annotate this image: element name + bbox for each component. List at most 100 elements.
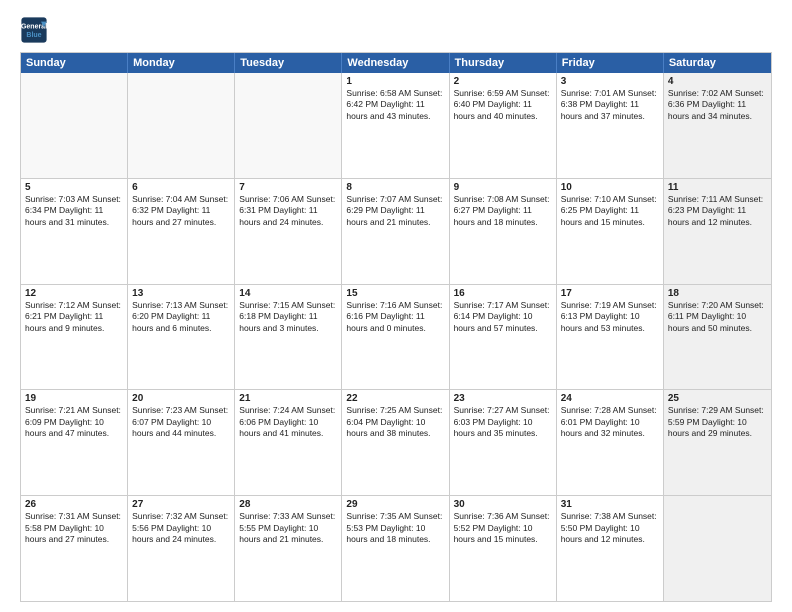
day-number: 8 [346, 182, 444, 193]
day-cell: 14Sunrise: 7:15 AM Sunset: 6:18 PM Dayli… [235, 285, 342, 390]
day-cell: 28Sunrise: 7:33 AM Sunset: 5:55 PM Dayli… [235, 496, 342, 601]
day-number: 11 [668, 182, 767, 193]
day-number: 26 [25, 499, 123, 510]
day-info: Sunrise: 7:04 AM Sunset: 6:32 PM Dayligh… [132, 194, 230, 228]
weeks: 1Sunrise: 6:58 AM Sunset: 6:42 PM Daylig… [21, 73, 771, 601]
day-header-tuesday: Tuesday [235, 53, 342, 73]
logo-icon: General Blue [20, 16, 48, 44]
day-info: Sunrise: 7:32 AM Sunset: 5:56 PM Dayligh… [132, 511, 230, 545]
day-number: 1 [346, 76, 444, 87]
day-number: 2 [454, 76, 552, 87]
day-cell: 1Sunrise: 6:58 AM Sunset: 6:42 PM Daylig… [342, 73, 449, 178]
day-info: Sunrise: 6:58 AM Sunset: 6:42 PM Dayligh… [346, 88, 444, 122]
week-row-2: 12Sunrise: 7:12 AM Sunset: 6:21 PM Dayli… [21, 284, 771, 390]
day-info: Sunrise: 7:15 AM Sunset: 6:18 PM Dayligh… [239, 300, 337, 334]
day-info: Sunrise: 7:17 AM Sunset: 6:14 PM Dayligh… [454, 300, 552, 334]
day-info: Sunrise: 7:20 AM Sunset: 6:11 PM Dayligh… [668, 300, 767, 334]
day-cell: 23Sunrise: 7:27 AM Sunset: 6:03 PM Dayli… [450, 390, 557, 495]
day-number: 14 [239, 288, 337, 299]
day-number: 18 [668, 288, 767, 299]
week-row-3: 19Sunrise: 7:21 AM Sunset: 6:09 PM Dayli… [21, 389, 771, 495]
day-cell: 16Sunrise: 7:17 AM Sunset: 6:14 PM Dayli… [450, 285, 557, 390]
day-cell: 4Sunrise: 7:02 AM Sunset: 6:36 PM Daylig… [664, 73, 771, 178]
day-header-friday: Friday [557, 53, 664, 73]
day-header-thursday: Thursday [450, 53, 557, 73]
day-header-monday: Monday [128, 53, 235, 73]
day-number: 22 [346, 393, 444, 404]
day-info: Sunrise: 7:01 AM Sunset: 6:38 PM Dayligh… [561, 88, 659, 122]
day-cell: 8Sunrise: 7:07 AM Sunset: 6:29 PM Daylig… [342, 179, 449, 284]
header: General Blue [20, 16, 772, 44]
day-number: 28 [239, 499, 337, 510]
day-info: Sunrise: 7:28 AM Sunset: 6:01 PM Dayligh… [561, 405, 659, 439]
day-info: Sunrise: 7:03 AM Sunset: 6:34 PM Dayligh… [25, 194, 123, 228]
day-number: 24 [561, 393, 659, 404]
day-cell: 5Sunrise: 7:03 AM Sunset: 6:34 PM Daylig… [21, 179, 128, 284]
day-info: Sunrise: 7:02 AM Sunset: 6:36 PM Dayligh… [668, 88, 767, 122]
day-number: 23 [454, 393, 552, 404]
day-number: 29 [346, 499, 444, 510]
day-number: 12 [25, 288, 123, 299]
day-number: 30 [454, 499, 552, 510]
day-number: 9 [454, 182, 552, 193]
day-info: Sunrise: 6:59 AM Sunset: 6:40 PM Dayligh… [454, 88, 552, 122]
day-cell: 24Sunrise: 7:28 AM Sunset: 6:01 PM Dayli… [557, 390, 664, 495]
week-row-1: 5Sunrise: 7:03 AM Sunset: 6:34 PM Daylig… [21, 178, 771, 284]
day-info: Sunrise: 7:21 AM Sunset: 6:09 PM Dayligh… [25, 405, 123, 439]
day-cell: 3Sunrise: 7:01 AM Sunset: 6:38 PM Daylig… [557, 73, 664, 178]
day-cell: 20Sunrise: 7:23 AM Sunset: 6:07 PM Dayli… [128, 390, 235, 495]
day-cell: 9Sunrise: 7:08 AM Sunset: 6:27 PM Daylig… [450, 179, 557, 284]
day-number: 21 [239, 393, 337, 404]
day-header-sunday: Sunday [21, 53, 128, 73]
day-number: 17 [561, 288, 659, 299]
day-header-wednesday: Wednesday [342, 53, 449, 73]
week-row-0: 1Sunrise: 6:58 AM Sunset: 6:42 PM Daylig… [21, 73, 771, 178]
day-info: Sunrise: 7:29 AM Sunset: 5:59 PM Dayligh… [668, 405, 767, 439]
day-cell: 22Sunrise: 7:25 AM Sunset: 6:04 PM Dayli… [342, 390, 449, 495]
day-cell [128, 73, 235, 178]
day-info: Sunrise: 7:11 AM Sunset: 6:23 PM Dayligh… [668, 194, 767, 228]
day-cell: 11Sunrise: 7:11 AM Sunset: 6:23 PM Dayli… [664, 179, 771, 284]
day-number: 6 [132, 182, 230, 193]
day-cell: 31Sunrise: 7:38 AM Sunset: 5:50 PM Dayli… [557, 496, 664, 601]
day-cell: 17Sunrise: 7:19 AM Sunset: 6:13 PM Dayli… [557, 285, 664, 390]
day-number: 16 [454, 288, 552, 299]
day-info: Sunrise: 7:31 AM Sunset: 5:58 PM Dayligh… [25, 511, 123, 545]
day-cell [664, 496, 771, 601]
day-number: 5 [25, 182, 123, 193]
day-number: 15 [346, 288, 444, 299]
day-info: Sunrise: 7:23 AM Sunset: 6:07 PM Dayligh… [132, 405, 230, 439]
logo: General Blue [20, 16, 50, 44]
day-info: Sunrise: 7:33 AM Sunset: 5:55 PM Dayligh… [239, 511, 337, 545]
day-cell: 30Sunrise: 7:36 AM Sunset: 5:52 PM Dayli… [450, 496, 557, 601]
day-info: Sunrise: 7:13 AM Sunset: 6:20 PM Dayligh… [132, 300, 230, 334]
week-row-4: 26Sunrise: 7:31 AM Sunset: 5:58 PM Dayli… [21, 495, 771, 601]
day-cell: 7Sunrise: 7:06 AM Sunset: 6:31 PM Daylig… [235, 179, 342, 284]
day-header-saturday: Saturday [664, 53, 771, 73]
day-cell: 10Sunrise: 7:10 AM Sunset: 6:25 PM Dayli… [557, 179, 664, 284]
day-cell: 19Sunrise: 7:21 AM Sunset: 6:09 PM Dayli… [21, 390, 128, 495]
day-number: 10 [561, 182, 659, 193]
day-cell: 26Sunrise: 7:31 AM Sunset: 5:58 PM Dayli… [21, 496, 128, 601]
day-number: 7 [239, 182, 337, 193]
day-info: Sunrise: 7:16 AM Sunset: 6:16 PM Dayligh… [346, 300, 444, 334]
day-cell [21, 73, 128, 178]
day-headers: SundayMondayTuesdayWednesdayThursdayFrid… [21, 53, 771, 73]
day-info: Sunrise: 7:19 AM Sunset: 6:13 PM Dayligh… [561, 300, 659, 334]
svg-text:Blue: Blue [26, 32, 41, 39]
day-cell [235, 73, 342, 178]
day-number: 4 [668, 76, 767, 87]
day-info: Sunrise: 7:25 AM Sunset: 6:04 PM Dayligh… [346, 405, 444, 439]
day-info: Sunrise: 7:06 AM Sunset: 6:31 PM Dayligh… [239, 194, 337, 228]
day-info: Sunrise: 7:27 AM Sunset: 6:03 PM Dayligh… [454, 405, 552, 439]
day-cell: 29Sunrise: 7:35 AM Sunset: 5:53 PM Dayli… [342, 496, 449, 601]
day-number: 19 [25, 393, 123, 404]
day-info: Sunrise: 7:35 AM Sunset: 5:53 PM Dayligh… [346, 511, 444, 545]
day-info: Sunrise: 7:24 AM Sunset: 6:06 PM Dayligh… [239, 405, 337, 439]
calendar: SundayMondayTuesdayWednesdayThursdayFrid… [20, 52, 772, 602]
day-number: 25 [668, 393, 767, 404]
day-cell: 21Sunrise: 7:24 AM Sunset: 6:06 PM Dayli… [235, 390, 342, 495]
day-number: 31 [561, 499, 659, 510]
day-cell: 25Sunrise: 7:29 AM Sunset: 5:59 PM Dayli… [664, 390, 771, 495]
day-info: Sunrise: 7:10 AM Sunset: 6:25 PM Dayligh… [561, 194, 659, 228]
